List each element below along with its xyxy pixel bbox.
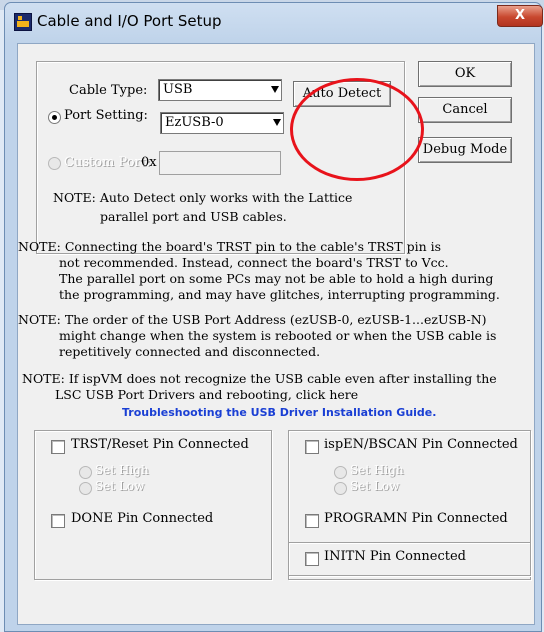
port-setting-label: Port Setting:: [64, 108, 148, 123]
trst-set-high-radio[interactable]: [79, 466, 92, 479]
initn-pin-checkbox[interactable]: [305, 552, 319, 566]
cable-type-value: USB: [163, 82, 193, 97]
troubleshooting-guide-link[interactable]: Troubleshooting the USB Driver Installat…: [122, 406, 436, 419]
trst-pin-label: TRST/Reset Pin Connected: [71, 437, 249, 452]
chevron-down-icon: [271, 86, 279, 93]
trst-pin-group: [34, 430, 272, 580]
cancel-button[interactable]: Cancel: [418, 97, 512, 123]
ispen-set-high-label: Set High: [350, 463, 404, 477]
programn-pin-label: PROGRAMN Pin Connected: [324, 511, 508, 526]
done-pin-checkbox[interactable]: [51, 514, 65, 528]
done-pin-label: DONE Pin Connected: [71, 511, 214, 526]
trst-set-low-radio[interactable]: [79, 482, 92, 495]
trst-pin-checkbox[interactable]: [51, 440, 65, 454]
port-setting-select[interactable]: EzUSB-0: [160, 112, 284, 134]
ispen-set-low-label: Set Low: [350, 479, 400, 493]
usb-order-note-line: NOTE: The order of the USB Port Address …: [18, 312, 487, 327]
usb-order-note-line: might change when the system is rebooted…: [59, 328, 497, 343]
window-title: Cable and I/O Port Setup: [37, 12, 222, 30]
programn-pin-checkbox[interactable]: [305, 514, 319, 528]
trst-set-low-label: Set Low: [95, 479, 145, 493]
ispen-set-high-radio[interactable]: [334, 466, 347, 479]
port-setting-radio[interactable]: [48, 111, 61, 124]
auto-detect-note-line2: parallel port and USB cables.: [100, 209, 287, 224]
initn-pin-label: INITN Pin Connected: [324, 549, 466, 564]
cable-type-label: Cable Type:: [69, 83, 148, 98]
trst-note-line: The parallel port on some PCs may not be…: [59, 271, 494, 286]
custom-port-hex-prefix: 0x: [141, 155, 157, 170]
port-setting-value: EzUSB-0: [165, 115, 224, 130]
custom-port-input[interactable]: [159, 151, 281, 175]
highlight-circle-annotation: [290, 78, 424, 181]
trst-note-line: NOTE: Connecting the board's TRST pin to…: [18, 239, 442, 254]
ok-button[interactable]: OK: [418, 61, 512, 87]
ispen-pin-label: ispEN/BSCAN Pin Connected: [324, 437, 518, 452]
ispen-pin-checkbox[interactable]: [305, 440, 319, 454]
driver-note-line: NOTE: If ispVM does not recognize the US…: [22, 371, 497, 386]
trst-note-line: not recommended. Instead, connect the bo…: [59, 255, 449, 270]
lattice-app-icon: [14, 13, 32, 31]
cable-type-select[interactable]: USB: [158, 79, 282, 101]
auto-detect-note-line1: NOTE: Auto Detect only works with the La…: [53, 190, 353, 205]
debug-mode-button[interactable]: Debug Mode: [418, 137, 512, 163]
driver-note-line: LSC USB Port Drivers and rebooting, clic…: [55, 387, 359, 402]
custom-port-radio[interactable]: [48, 157, 61, 170]
dialog-client-area: Cable Type: USB Auto Detect Port Setting…: [17, 43, 535, 625]
trst-set-high-label: Set High: [95, 463, 149, 477]
usb-order-note-line: repetitively connected and disconnected.: [59, 344, 321, 359]
ispen-set-low-radio[interactable]: [334, 482, 347, 495]
custom-port-label: Custom Port:: [64, 155, 151, 170]
chevron-down-icon: [273, 119, 281, 126]
close-button[interactable]: X: [497, 5, 543, 27]
trst-note-line: the programming, and may have glitches, …: [59, 287, 500, 302]
dialog-window: Cable and I/O Port Setup X Cable Type: U…: [4, 2, 543, 632]
